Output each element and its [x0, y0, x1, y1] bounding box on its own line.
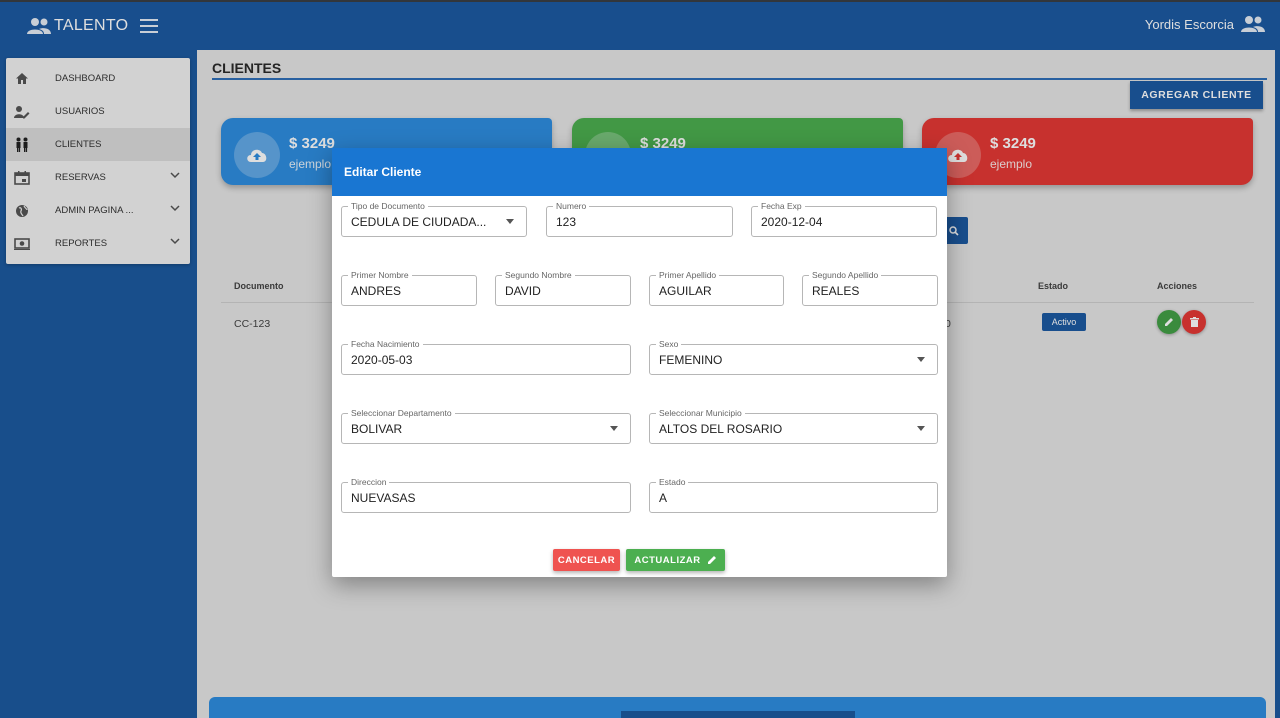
field-value: 2020-05-03 [351, 353, 413, 367]
fecha-nacimiento-field[interactable]: Fecha Nacimiento 2020-05-03 [341, 338, 631, 375]
field-value: AGUILAR [659, 284, 712, 298]
dialog-title: Editar Cliente [332, 148, 947, 196]
field-label: Primer Nombre [348, 269, 412, 281]
field-label: Primer Apellido [656, 269, 720, 281]
field-label: Fecha Exp [758, 200, 805, 212]
numero-field[interactable]: Numero 123 [546, 200, 733, 237]
tipo-documento-select[interactable]: Tipo de Documento CEDULA DE CIUDADA... [341, 200, 527, 237]
update-button[interactable]: ACTUALIZAR [626, 549, 725, 571]
departamento-select[interactable]: Seleccionar Departamento BOLIVAR [341, 407, 631, 444]
field-value: ALTOS DEL ROSARIO [659, 422, 783, 436]
segundo-nombre-field[interactable]: Segundo Nombre DAVID [495, 269, 631, 306]
field-label: Fecha Nacimiento [348, 338, 423, 350]
sexo-select[interactable]: Sexo FEMENINO [649, 338, 938, 375]
field-value: REALES [812, 284, 860, 298]
municipio-select[interactable]: Seleccionar Municipio ALTOS DEL ROSARIO [649, 407, 938, 444]
field-label: Segundo Nombre [502, 269, 575, 281]
field-value: 2020-12-04 [761, 215, 823, 229]
field-value: NUEVASAS [351, 491, 416, 505]
field-value: ANDRES [351, 284, 402, 298]
segundo-apellido-field[interactable]: Segundo Apellido REALES [802, 269, 938, 306]
field-value: CEDULA DE CIUDADA... [351, 215, 487, 229]
field-label: Seleccionar Departamento [348, 407, 455, 419]
primer-apellido-field[interactable]: Primer Apellido AGUILAR [649, 269, 784, 306]
field-label: Numero [553, 200, 590, 212]
field-label: Seleccionar Municipio [656, 407, 745, 419]
update-label: ACTUALIZAR [634, 554, 701, 566]
edit-client-dialog: Editar Cliente Tipo de Documento CEDULA … [332, 148, 947, 577]
field-value: FEMENINO [659, 353, 723, 367]
cancel-button[interactable]: CANCELAR [553, 549, 620, 571]
field-label: Sexo [656, 338, 682, 350]
dropdown-arrow-icon [506, 219, 514, 224]
cancel-label: CANCELAR [557, 554, 616, 566]
field-value: A [659, 491, 668, 505]
field-label: Segundo Apellido [809, 269, 882, 281]
fecha-exp-field[interactable]: Fecha Exp 2020-12-04 [751, 200, 937, 237]
dropdown-arrow-icon [610, 426, 618, 431]
direccion-field[interactable]: Direccion NUEVASAS [341, 476, 631, 513]
dropdown-arrow-icon [917, 426, 925, 431]
field-value: BOLIVAR [351, 422, 403, 436]
estado-field[interactable]: Estado A [649, 476, 938, 513]
pencil-icon [707, 556, 716, 564]
field-label: Estado [656, 476, 689, 488]
field-value: DAVID [505, 284, 541, 298]
dropdown-arrow-icon [917, 357, 925, 362]
field-label: Direccion [348, 476, 390, 488]
field-label: Tipo de Documento [348, 200, 428, 212]
field-value: 123 [556, 215, 577, 229]
primer-nombre-field[interactable]: Primer Nombre ANDRES [341, 269, 477, 306]
